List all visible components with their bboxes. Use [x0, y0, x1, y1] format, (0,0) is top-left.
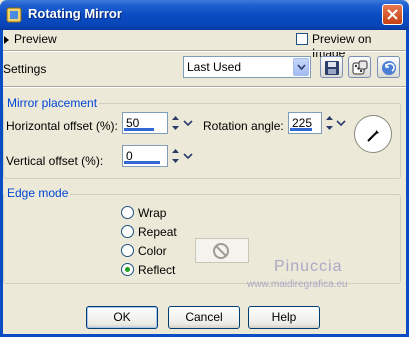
close-icon: [387, 9, 398, 20]
spin-arrows-icon[interactable]: [170, 146, 181, 166]
radio-color[interactable]: [121, 244, 134, 257]
expand-triangle-icon[interactable]: [4, 36, 9, 44]
horizontal-offset-label: Horizontal offset (%):: [6, 119, 118, 133]
mirror-placement-title: Mirror placement: [5, 96, 100, 110]
chevron-down-icon: [297, 64, 306, 70]
radio-reflect-label[interactable]: Reflect: [138, 263, 175, 277]
help-button[interactable]: Help: [248, 306, 320, 329]
rotation-angle-control: 225: [288, 112, 346, 134]
app-icon: [6, 7, 22, 23]
window-title: Rotating Mirror: [28, 6, 122, 21]
value-bar: [124, 128, 154, 131]
horizontal-offset-input[interactable]: 50: [122, 112, 168, 134]
undo-arrow-icon: [382, 61, 396, 75]
radio-repeat[interactable]: [121, 225, 134, 238]
preview-row: Preview Preview on Image: [4, 30, 405, 60]
vertical-offset-label: Vertical offset (%):: [6, 154, 104, 168]
radio-selected-dot: [125, 267, 130, 272]
preview-toggle[interactable]: Preview: [14, 32, 57, 46]
divider: [3, 86, 406, 88]
watermark-name: Pinuccia: [274, 258, 343, 275]
radio-wrap[interactable]: [121, 206, 134, 219]
magic-wand-icon: [367, 130, 379, 142]
value-bar: [124, 161, 160, 164]
spin-arrows-icon[interactable]: [324, 113, 335, 133]
rotation-angle-label: Rotation angle:: [203, 119, 284, 133]
vertical-offset-input[interactable]: 0: [122, 145, 168, 167]
preview-on-image-checkbox[interactable]: [296, 33, 308, 45]
rotation-angle-input[interactable]: 225: [288, 112, 322, 134]
ok-button[interactable]: OK: [86, 306, 158, 329]
close-button[interactable]: [382, 4, 403, 25]
reset-button[interactable]: [377, 56, 400, 78]
title-bar[interactable]: Rotating Mirror: [0, 0, 409, 30]
floppy-disk-icon: [325, 61, 339, 75]
chevron-down-icon[interactable]: [335, 113, 347, 133]
radio-color-label[interactable]: Color: [138, 244, 167, 258]
chevron-down-icon[interactable]: [182, 146, 194, 166]
value-bar: [290, 128, 312, 131]
radio-reflect[interactable]: [121, 263, 134, 276]
radio-repeat-label[interactable]: Repeat: [138, 225, 177, 239]
pick-center-button[interactable]: [354, 115, 392, 153]
settings-selected-value: Last Used: [187, 60, 242, 74]
dice-icon: [352, 60, 368, 75]
color-swatch[interactable]: [195, 238, 249, 263]
divider: [3, 50, 406, 52]
settings-label: Settings: [3, 62, 47, 76]
watermark-url: www.maidiregrafica.eu: [247, 279, 348, 290]
dropdown-arrow-button[interactable]: [293, 58, 309, 76]
edge-mode-title: Edge mode: [5, 186, 71, 200]
save-preset-button[interactable]: [320, 56, 343, 78]
vertical-offset-control: 0: [122, 145, 194, 167]
radio-wrap-label[interactable]: Wrap: [138, 206, 166, 220]
disabled-icon: [213, 243, 229, 259]
settings-dropdown[interactable]: Last Used: [183, 56, 311, 78]
horizontal-offset-control: 50: [122, 112, 194, 134]
cancel-button[interactable]: Cancel: [168, 306, 240, 329]
spin-arrows-icon[interactable]: [170, 113, 181, 133]
randomize-button[interactable]: [348, 56, 371, 78]
chevron-down-icon[interactable]: [182, 113, 194, 133]
